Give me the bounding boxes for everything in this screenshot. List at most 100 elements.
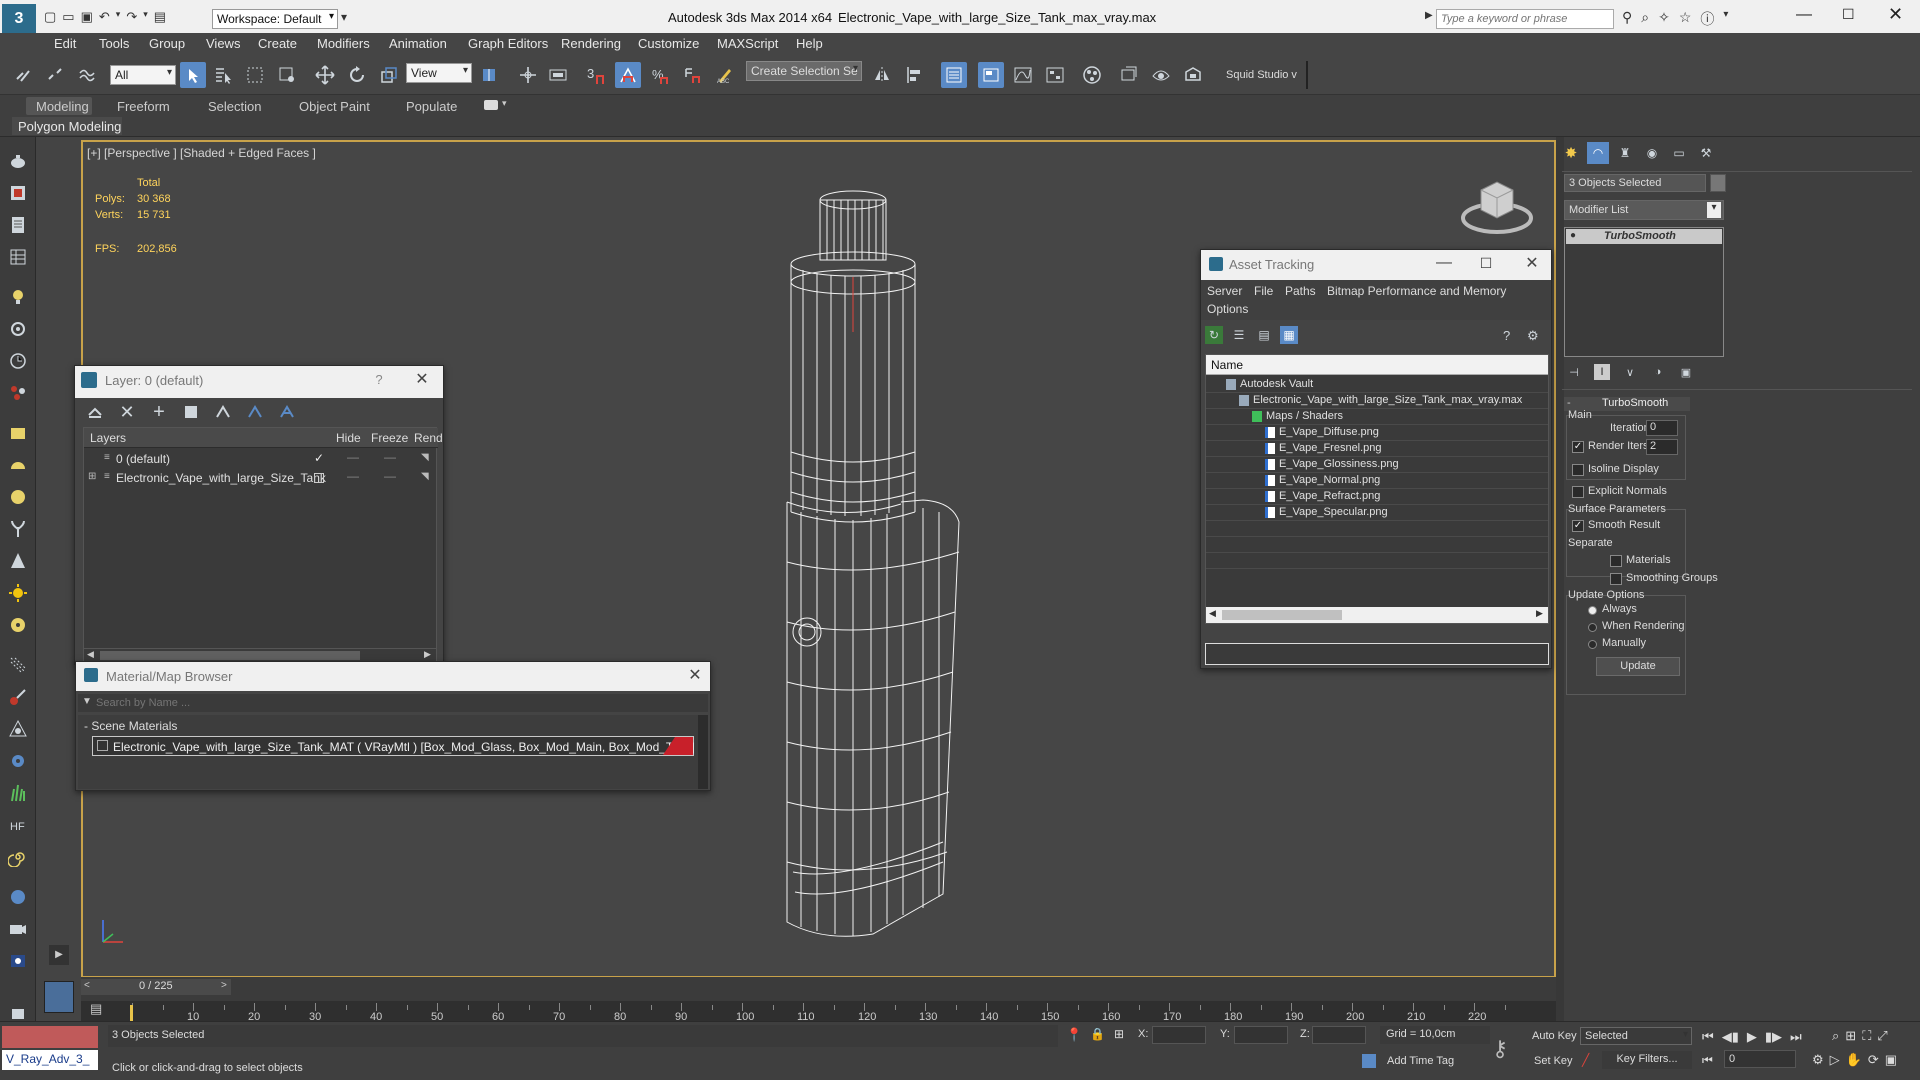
asset-row[interactable]: E_Vape_Fresnel.png bbox=[1206, 441, 1548, 457]
rectangular-selection-icon[interactable] bbox=[242, 62, 268, 88]
key-mode-toggle-icon[interactable]: ⏮ bbox=[1702, 1053, 1713, 1068]
render-setup-icon[interactable] bbox=[1116, 62, 1142, 88]
modifier-list-dropdown[interactable]: Modifier List ▾ bbox=[1564, 200, 1724, 220]
menu-maxscript[interactable]: MAXScript bbox=[717, 36, 778, 51]
hierarchy-tab-icon[interactable]: ♜ bbox=[1614, 142, 1636, 164]
hair-fur-icon[interactable]: HF bbox=[6, 813, 30, 837]
thumbnail-view-icon[interactable]: ▤ bbox=[1255, 326, 1273, 344]
create-tab-icon[interactable]: ✸ bbox=[1560, 142, 1582, 164]
render-window-icon[interactable] bbox=[6, 181, 30, 205]
menu-tools[interactable]: Tools bbox=[99, 36, 129, 51]
delete-layer-icon[interactable]: ✕ bbox=[117, 402, 137, 422]
spiral-icon[interactable] bbox=[6, 845, 30, 869]
viewcube-icon[interactable] bbox=[1459, 170, 1535, 236]
snap-toggle-icon[interactable]: 3 bbox=[583, 62, 609, 88]
maximize-viewport-icon[interactable]: ⤢ bbox=[1877, 1028, 1887, 1044]
viewport-label[interactable]: [+] [Perspective ] [Shaded + Edged Faces… bbox=[87, 146, 316, 160]
select-manipulate-icon[interactable] bbox=[515, 62, 541, 88]
freeze-all-layers-icon[interactable] bbox=[277, 402, 297, 422]
zoom-all-icon[interactable]: ⊞ bbox=[1845, 1028, 1856, 1044]
object-color-swatch[interactable] bbox=[1710, 174, 1726, 192]
open-file-icon[interactable]: ▭ bbox=[62, 9, 74, 25]
select-objects-in-layer-icon[interactable] bbox=[181, 402, 201, 422]
chevron-down-icon[interactable]: ▼ bbox=[82, 696, 92, 707]
table-view-icon[interactable]: ▦ bbox=[1280, 326, 1298, 344]
y-coordinate-field[interactable] bbox=[1234, 1026, 1288, 1044]
motion-tab-icon[interactable]: ◉ bbox=[1641, 142, 1663, 164]
auto-key-button[interactable]: Auto Key bbox=[1532, 1030, 1577, 1042]
material-entry[interactable]: Electronic_Vape_with_large_Size_Tank_MAT… bbox=[92, 736, 695, 756]
teapot-icon[interactable] bbox=[6, 149, 30, 173]
tab-freeform[interactable]: Freeform bbox=[117, 99, 170, 114]
scroll-thumb[interactable] bbox=[100, 651, 360, 660]
key-filters-button[interactable]: Key Filters... bbox=[1602, 1051, 1692, 1069]
search-icon[interactable]: ⌕ bbox=[1641, 9, 1649, 29]
zoom-extents-icon[interactable]: ⛶ bbox=[1862, 1028, 1871, 1044]
open-mini-curve-editor-icon[interactable]: ▤ bbox=[90, 1001, 110, 1021]
ribbon-options-icon[interactable] bbox=[484, 100, 498, 110]
configure-modifier-sets-icon[interactable]: ▣ bbox=[1678, 364, 1694, 380]
go-to-start-icon[interactable]: ⏮ bbox=[1702, 1029, 1714, 1045]
blue-sphere-icon[interactable] bbox=[6, 885, 30, 909]
zoom-icon[interactable]: ⌕ bbox=[1832, 1028, 1839, 1044]
when-rendering-radio[interactable] bbox=[1588, 623, 1597, 632]
menu-group[interactable]: Group bbox=[149, 36, 185, 51]
time-next-icon[interactable]: > bbox=[221, 980, 227, 991]
material-browser-titlebar[interactable]: Material/Map Browser ✕ bbox=[76, 662, 710, 691]
binoculars-icon[interactable]: ⚲ bbox=[1622, 9, 1632, 29]
polygon-modeling-panel[interactable]: Polygon Modeling bbox=[12, 117, 122, 135]
pan-icon[interactable]: ✋ bbox=[1846, 1052, 1862, 1068]
add-to-layer-icon[interactable]: + bbox=[149, 401, 169, 423]
next-frame-icon[interactable]: ▮▶ bbox=[1765, 1029, 1782, 1045]
edit-named-selection-icon[interactable]: ABC bbox=[712, 62, 738, 88]
scroll-right-icon[interactable]: ▶ bbox=[1536, 608, 1543, 619]
menu-customize[interactable]: Customize bbox=[638, 36, 699, 51]
col-layers[interactable]: Layers bbox=[90, 431, 126, 445]
menu-server[interactable]: Server bbox=[1207, 284, 1242, 298]
asset-row[interactable]: E_Vape_Glossiness.png bbox=[1206, 457, 1548, 473]
bind-to-space-warp-icon[interactable] bbox=[74, 62, 100, 88]
helper-icon[interactable] bbox=[6, 717, 30, 741]
menu-options[interactable]: Options bbox=[1207, 302, 1248, 316]
refresh-icon[interactable]: ↻ bbox=[1205, 326, 1223, 344]
field-of-view-icon[interactable]: ▷ bbox=[1830, 1052, 1840, 1068]
curve-editor-icon[interactable] bbox=[1010, 62, 1036, 88]
time-tag-icon[interactable] bbox=[1362, 1054, 1376, 1068]
tab-modeling[interactable]: Modeling bbox=[36, 99, 89, 114]
layer-help-button[interactable]: ? bbox=[366, 372, 392, 394]
track-bar[interactable]: 10 20 30 40 50 60 70 80 90 100 110 120 130 140 150 160 1… bbox=[81, 1001, 1556, 1023]
new-file-icon[interactable]: ▢ bbox=[44, 9, 56, 25]
grass-icon[interactable] bbox=[6, 781, 30, 805]
chevron-down-icon[interactable]: ▾ bbox=[1723, 9, 1728, 29]
angle-snap-icon[interactable] bbox=[615, 62, 641, 88]
asset-row[interactable]: Maps / Shaders bbox=[1206, 409, 1548, 425]
menu-file[interactable]: File bbox=[1254, 284, 1273, 298]
panel-splitter[interactable] bbox=[1556, 137, 1564, 1032]
layer-row[interactable]: ≡ 0 (default) ✓ — — ◥ bbox=[84, 450, 436, 469]
col-freeze[interactable]: Freeze bbox=[371, 431, 408, 445]
set-key-icon[interactable]: ⚷ bbox=[1492, 1036, 1508, 1062]
box-primitive-icon[interactable] bbox=[6, 421, 30, 445]
lock-icon[interactable]: 🔒 bbox=[1090, 1027, 1105, 1041]
materials-checkbox[interactable] bbox=[1610, 555, 1622, 567]
reference-coordinate-dropdown[interactable]: View bbox=[406, 63, 472, 83]
dropdown-icon[interactable]: ▾ bbox=[116, 9, 121, 25]
select-and-move-icon[interactable] bbox=[312, 62, 338, 88]
x-coordinate-field[interactable] bbox=[1152, 1026, 1206, 1044]
time-slider[interactable]: < 0 / 225 > bbox=[81, 979, 231, 995]
horizontal-scrollbar[interactable]: ◀ ▶ bbox=[1206, 607, 1548, 623]
object-name-field[interactable]: 3 Objects Selected bbox=[1564, 174, 1706, 192]
play-icon[interactable]: ▶ bbox=[1747, 1029, 1757, 1045]
freeze-toggle[interactable]: — bbox=[384, 469, 396, 483]
maximize-icon[interactable]: ☐ bbox=[1473, 255, 1499, 277]
freeze-toggle[interactable]: — bbox=[384, 450, 396, 464]
update-button[interactable]: Update bbox=[1596, 657, 1680, 676]
menu-views[interactable]: Views bbox=[206, 36, 240, 51]
always-radio[interactable] bbox=[1588, 606, 1597, 615]
modifier-stack-item[interactable]: ● TurboSmooth bbox=[1566, 229, 1722, 244]
tab-selection[interactable]: Selection bbox=[208, 99, 261, 114]
select-by-name-icon[interactable] bbox=[210, 62, 236, 88]
manually-radio[interactable] bbox=[1588, 640, 1597, 649]
vertical-scrollbar[interactable] bbox=[698, 715, 708, 789]
menu-bitmap-performance[interactable]: Bitmap Performance and Memory bbox=[1327, 284, 1506, 298]
